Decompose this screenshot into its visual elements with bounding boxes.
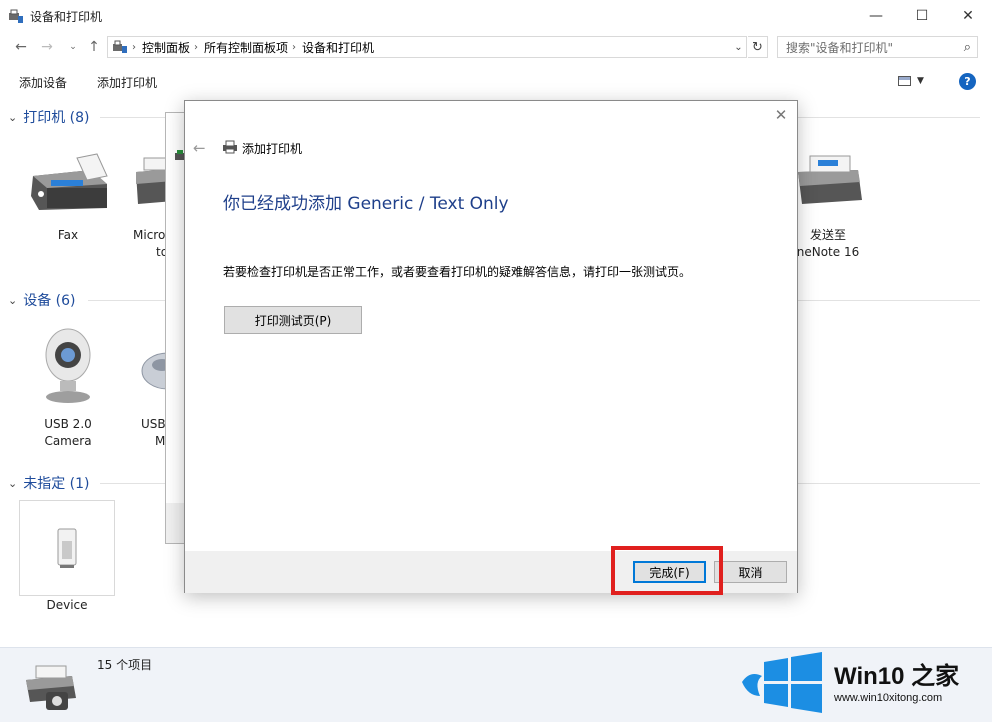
dialog-description: 若要检查打印机是否正常工作，或者要查看打印机的疑难解答信息，请打印一张测试页。: [223, 265, 692, 279]
chevron-down-icon: ⌄: [8, 293, 18, 307]
windows-logo-icon: [764, 652, 822, 713]
device-item-label-line2: M: [155, 434, 166, 448]
search-input[interactable]: 搜索"设备和打印机" ⌕: [777, 36, 978, 58]
breadcrumb-all-items[interactable]: 所有控制面板项: [204, 39, 288, 56]
caret-down-icon: ▼: [917, 76, 924, 86]
device-item-label: Fax: [57, 228, 79, 242]
finish-button-highlight: [611, 546, 723, 595]
minimize-button[interactable]: —: [853, 0, 899, 32]
maximize-button[interactable]: ☐: [899, 0, 945, 32]
status-printer-icon: [26, 665, 76, 710]
printer-icon: [798, 155, 862, 204]
group-printers-label: 打印机 (8): [23, 110, 90, 126]
breadcrumb-devices-printers[interactable]: 设备和打印机: [302, 39, 374, 56]
address-bar[interactable]: › 控制面板 › 所有控制面板项 › 设备和打印机: [107, 36, 747, 58]
generic-device-icon: [57, 528, 77, 568]
search-icon: ⌕: [963, 40, 971, 55]
chevron-down-icon: ⌄: [8, 110, 18, 124]
control-panel-icon: [113, 40, 127, 53]
group-devices-label: 设备 (6): [23, 293, 76, 309]
group-unspecified-header[interactable]: ⌄ 未指定 (1): [8, 473, 90, 493]
view-options-button[interactable]: ▼: [898, 74, 934, 88]
watermark-url: www.win10xitong.com: [834, 692, 943, 704]
refresh-icon[interactable]: ↻: [748, 36, 768, 58]
printer-icon: [223, 140, 237, 154]
fax-icon: [31, 153, 108, 210]
device-item-label: USB 2.0: [44, 417, 92, 431]
breadcrumb-separator-icon: ›: [194, 41, 199, 53]
device-item-fax[interactable]: Fax: [20, 150, 116, 244]
device-item-label: USB: [141, 417, 166, 431]
watermark-brand: Win10 之家: [834, 663, 960, 690]
breadcrumb-control-panel[interactable]: 控制面板: [142, 39, 190, 56]
cancel-button[interactable]: 取消: [714, 561, 787, 583]
close-icon[interactable]: ✕: [773, 106, 789, 124]
up-arrow-icon[interactable]: ↑: [85, 38, 103, 56]
add-printer-dialog: ✕ ← 添加打印机 你已经成功添加 Generic / Text Only 若要…: [184, 100, 798, 593]
device-item-usb-camera[interactable]: USB 2.0 Camera: [20, 325, 116, 450]
help-icon[interactable]: ?: [959, 73, 976, 90]
title-bar: 设备和打印机: [0, 0, 992, 32]
webcam-icon: [45, 328, 91, 403]
add-device-button[interactable]: 添加设备: [19, 74, 67, 91]
window-title: 设备和打印机: [30, 10, 103, 24]
view-icon: [898, 76, 911, 86]
group-unspecified-label: 未指定 (1): [23, 476, 90, 492]
device-item-device[interactable]: [19, 500, 115, 596]
back-arrow-icon[interactable]: ←: [12, 38, 30, 56]
breadcrumb-separator-icon: ›: [132, 41, 136, 53]
devices-printers-icon: [9, 9, 23, 23]
device-item-label-line2: Camera: [44, 434, 92, 448]
dialog-heading: 你已经成功添加 Generic / Text Only: [223, 194, 509, 214]
print-test-page-button[interactable]: 打印测试页(P): [224, 306, 362, 334]
recent-chevron-icon[interactable]: ⌄: [64, 38, 82, 56]
device-item-usb-mouse[interactable]: USB M: [120, 325, 195, 450]
group-printers-header[interactable]: ⌄ 打印机 (8): [8, 107, 90, 127]
watermark: Win10 之家 www.win10xitong.com: [740, 646, 992, 722]
search-placeholder: 搜索"设备和打印机": [786, 40, 894, 55]
device-item-label: Device: [46, 598, 88, 612]
forward-arrow-icon[interactable]: →: [38, 38, 56, 56]
close-button[interactable]: ✕: [945, 0, 991, 32]
add-printer-button[interactable]: 添加打印机: [97, 74, 157, 91]
back-arrow-icon[interactable]: ←: [193, 139, 206, 157]
item-count: 15 个项目: [97, 658, 153, 672]
breadcrumb-separator-icon: ›: [292, 41, 297, 53]
chevron-down-icon: ⌄: [8, 476, 18, 490]
address-dropdown-icon[interactable]: ⌄: [730, 36, 747, 58]
group-devices-header[interactable]: ⌄ 设备 (6): [8, 290, 76, 310]
dialog-title: 添加打印机: [242, 142, 303, 156]
